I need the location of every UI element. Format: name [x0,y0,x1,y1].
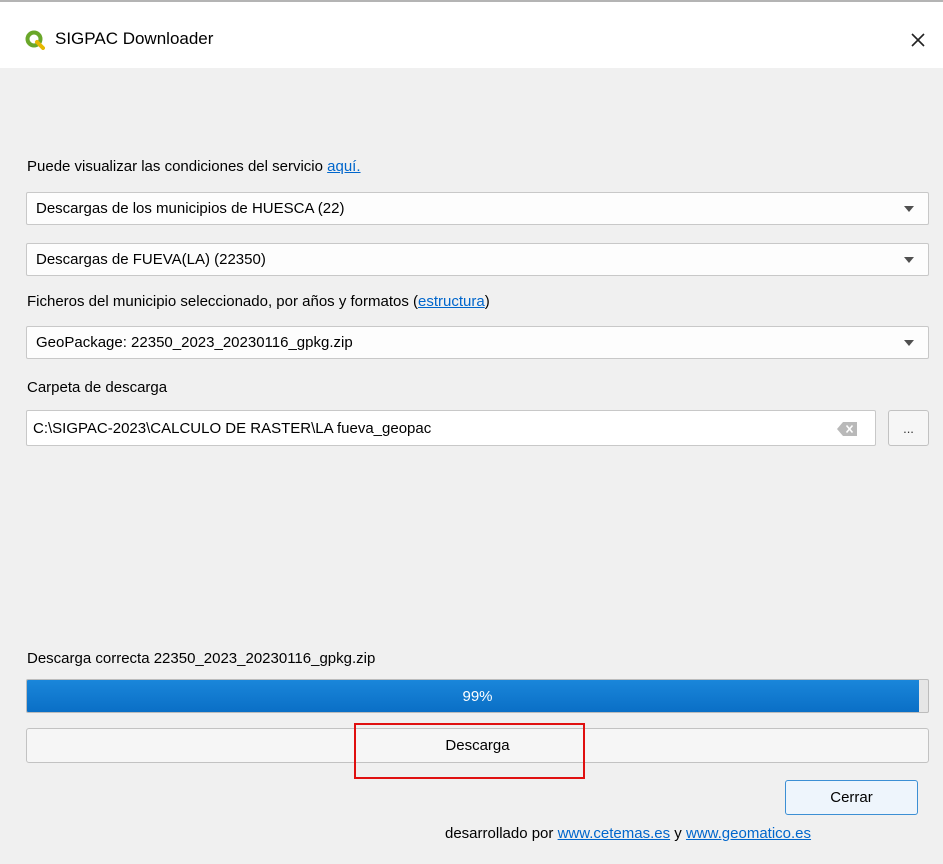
terms-link[interactable]: aquí. [327,158,360,175]
title-bar: SIGPAC Downloader [0,2,943,68]
terms-text: Puede visualizar las condiciones del ser… [27,158,361,175]
files-label: Ficheros del municipio seleccionado, por… [27,293,490,310]
download-status: Descarga correcta 22350_2023_20230116_gp… [27,650,376,667]
chevron-down-icon [904,206,914,212]
structure-link[interactable]: estructura [418,293,485,310]
close-button[interactable]: Cerrar [785,780,918,815]
folder-path-value: C:\SIGPAC-2023\CALCULO DE RASTER\LA fuev… [33,420,432,437]
municipality-select[interactable]: Descargas de FUEVA(LA) (22350) [26,243,929,276]
progress-label: 99% [462,688,493,705]
province-select[interactable]: Descargas de los municipios de HUESCA (2… [26,192,929,225]
file-format-select[interactable]: GeoPackage: 22350_2023_20230116_gpkg.zip [26,326,929,359]
cetemas-link[interactable]: www.cetemas.es [558,825,671,842]
folder-label: Carpeta de descarga [27,379,168,396]
close-icon[interactable] [904,26,932,54]
download-button[interactable]: Descarga [26,728,929,763]
municipality-select-value: Descargas de FUEVA(LA) (22350) [36,251,266,268]
geomatico-link[interactable]: www.geomatico.es [686,825,811,842]
qgis-q-icon [25,30,45,50]
file-format-select-value: GeoPackage: 22350_2023_20230116_gpkg.zip [36,334,353,351]
progress-bar: 99% [26,679,929,713]
clear-icon[interactable] [837,422,857,436]
province-select-value: Descargas de los municipios de HUESCA (2… [36,200,345,217]
chevron-down-icon [904,340,914,346]
folder-path-input[interactable]: C:\SIGPAC-2023\CALCULO DE RASTER\LA fuev… [26,410,876,446]
browse-button[interactable]: ... [888,410,929,446]
chevron-down-icon [904,257,914,263]
footer-credits: desarrollado por www.cetemas.es y www.ge… [445,825,812,842]
window-title: SIGPAC Downloader [55,29,214,48]
